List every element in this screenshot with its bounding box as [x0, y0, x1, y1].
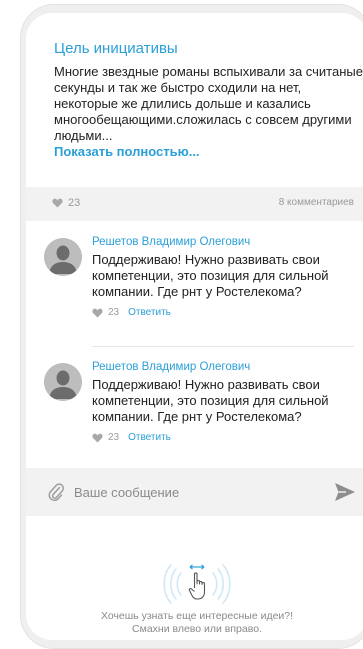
- swipe-hint-text: Хочешь узнать еще интересные идеи?! Смах…: [26, 610, 363, 636]
- user-silhouette-icon: [44, 238, 82, 276]
- initiative-card[interactable]: Цель инициативы Многие звездные романы в…: [26, 13, 363, 640]
- comment-author[interactable]: Решетов Владимир Олегович: [92, 360, 363, 374]
- show-more-link[interactable]: Показать полностью...: [54, 144, 363, 160]
- comment-likes-count: 23: [108, 307, 120, 318]
- comments-count[interactable]: 8 комментариев: [279, 197, 354, 208]
- goal-text: Многие звездные романы вспыхивали за счи…: [54, 64, 363, 160]
- likes-count: 23: [68, 197, 81, 209]
- comment-likes-count: 23: [108, 432, 120, 443]
- reply-button[interactable]: Ответить: [128, 307, 171, 318]
- like-button[interactable]: 23: [52, 197, 80, 209]
- paperclip-icon[interactable]: [48, 482, 64, 502]
- swipe-hint: [26, 561, 363, 609]
- avatar[interactable]: [44, 238, 82, 276]
- heart-icon[interactable]: [92, 308, 103, 318]
- reply-button[interactable]: Ответить: [128, 432, 171, 443]
- swipe-hand-icon: [163, 564, 231, 604]
- message-input[interactable]: [74, 480, 304, 504]
- send-icon[interactable]: [334, 482, 356, 502]
- avatar[interactable]: [44, 363, 82, 401]
- user-silhouette-icon: [44, 363, 82, 401]
- message-composer: [26, 468, 363, 516]
- comment-author[interactable]: Решетов Владимир Олегович: [92, 235, 363, 249]
- comment-text: Поддерживаю! Нужно развивать свои компет…: [92, 377, 329, 424]
- comment-actions: 23 Ответить: [92, 432, 363, 443]
- comment-body: Решетов Владимир Олегович Поддерживаю! Н…: [92, 235, 363, 318]
- swipe-hint-line2: Смахни влево или вправо.: [132, 623, 262, 635]
- heart-icon: [52, 198, 63, 208]
- goal-section: Цель инициативы Многие звездные романы в…: [54, 39, 363, 160]
- comment-body: Решетов Владимир Олегович Поддерживаю! Н…: [92, 360, 363, 443]
- goal-description: Многие звездные романы вспыхивали за счи…: [54, 64, 363, 143]
- stats-bar: 23 8 комментариев: [26, 187, 363, 221]
- heart-icon[interactable]: [92, 433, 103, 443]
- comment-item: Решетов Владимир Олегович Поддерживаю! Н…: [44, 360, 363, 464]
- comment-text: Поддерживаю! Нужно развивать свои компет…: [92, 252, 329, 299]
- comment-item: Решетов Владимир Олегович Поддерживаю! Н…: [44, 235, 363, 339]
- swipe-hint-line1: Хочешь узнать еще интересные идеи?!: [100, 610, 294, 622]
- comment-actions: 23 Ответить: [92, 307, 363, 318]
- goal-title: Цель инициативы: [54, 40, 178, 57]
- screen: Цель инициативы Многие звездные романы в…: [0, 0, 363, 649]
- comment-divider: [92, 346, 354, 347]
